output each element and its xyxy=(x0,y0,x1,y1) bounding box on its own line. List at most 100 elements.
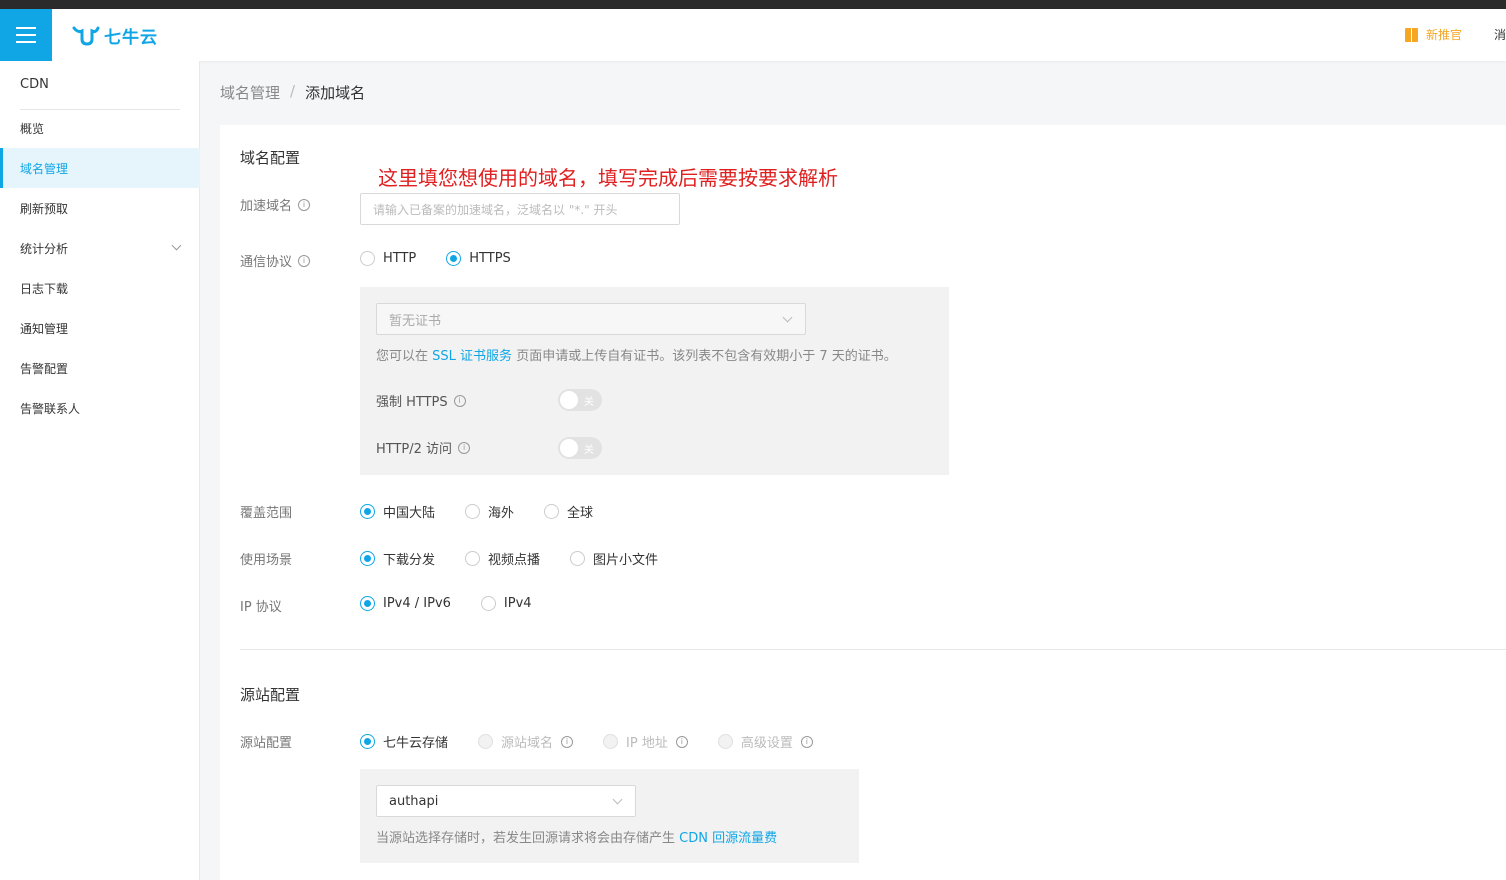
radio-dot-selected xyxy=(446,251,462,266)
menu-toggle-button[interactable] xyxy=(0,9,52,61)
radio-ipv4[interactable]: IPv4 xyxy=(480,596,532,611)
radio-https[interactable]: HTTPS xyxy=(446,251,511,266)
radio-label: 海外 xyxy=(488,506,515,521)
cert-hint-suffix: 页面申请或上传自有证书。该列表不包含有效期小于 7 天的证书。 xyxy=(516,349,897,364)
radio-origin-domain[interactable]: 源站域名 i xyxy=(478,732,574,751)
bucket-select-value: authapi xyxy=(389,793,439,809)
radio-label: IPv4 / IPv6 xyxy=(383,596,451,611)
annotation-note: 这里填您想使用的域名，填写完成后需要按要求解析 xyxy=(378,166,838,190)
radio-label: IPv4 xyxy=(503,596,532,611)
messages-link[interactable]: 消息 xyxy=(1494,26,1506,43)
cdn-origin-fee-link[interactable]: CDN 回源流量费 xyxy=(679,831,777,846)
sidebar-item-log-download[interactable]: 日志下载 xyxy=(0,268,200,308)
sidebar-item-alert-contacts[interactable]: 告警联系人 xyxy=(0,388,200,428)
breadcrumb: 域名管理 / 添加域名 xyxy=(220,82,365,103)
force-https-toggle[interactable]: 关 xyxy=(558,389,602,411)
radio-label: 全球 xyxy=(567,506,594,521)
radio-dot xyxy=(544,504,560,519)
sidebar-item-label: 统计分析 xyxy=(20,241,69,256)
promo-link[interactable]: 新推官 xyxy=(1426,26,1462,43)
info-icon[interactable]: i xyxy=(561,735,574,748)
ssl-service-link[interactable]: SSL 证书服务 xyxy=(432,349,512,364)
radio-dot xyxy=(465,551,481,566)
radio-dot xyxy=(570,551,586,566)
info-icon[interactable]: i xyxy=(298,254,311,267)
radio-label: 高级设置 xyxy=(740,736,793,751)
https-settings-box: 暂无证书 您可以在 SSL 证书服务 页面申请或上传自有证书。该列表不包含有效期… xyxy=(360,287,949,475)
radio-ipv4-ipv6[interactable]: IPv4 / IPv6 xyxy=(360,596,451,611)
section-divider xyxy=(240,649,1506,650)
toggle-state: 关 xyxy=(584,397,594,408)
info-icon[interactable]: i xyxy=(458,441,471,454)
domain-label-text: 加速域名 xyxy=(240,199,293,214)
origin-label-text: 源站配置 xyxy=(240,736,293,751)
radio-dot-selected xyxy=(360,504,375,519)
qiniu-logo-icon xyxy=(72,26,100,46)
origin-radio-group: 七牛云存储 源站域名 i IP 地址 i 高级设置 i xyxy=(360,732,843,751)
radio-http[interactable]: HTTP xyxy=(360,251,416,266)
sidebar-item-statistics[interactable]: 统计分析 xyxy=(0,228,200,268)
radio-vod[interactable]: 视频点播 xyxy=(465,549,540,568)
radio-dot xyxy=(360,251,375,266)
radio-overseas[interactable]: 海外 xyxy=(465,502,514,521)
info-icon[interactable]: i xyxy=(800,735,813,748)
bucket-select[interactable]: authapi xyxy=(376,785,636,817)
http2-toggle[interactable]: 关 xyxy=(558,437,602,459)
radio-dot-disabled xyxy=(717,734,733,749)
breadcrumb-separator: / xyxy=(290,82,296,100)
radio-mainland[interactable]: 中国大陆 xyxy=(360,502,435,521)
info-icon[interactable]: i xyxy=(453,394,466,407)
domain-label: 加速域名 i xyxy=(240,195,311,214)
brand-name: 七牛云 xyxy=(104,28,158,48)
radio-dot-selected xyxy=(360,734,375,749)
ip-label: IP 协议 xyxy=(240,596,282,615)
certificate-select[interactable]: 暂无证书 xyxy=(376,303,806,335)
radio-dot-disabled xyxy=(603,734,619,749)
chevron-down-icon xyxy=(171,240,182,251)
radio-global[interactable]: 全球 xyxy=(544,502,593,521)
radio-label: 中国大陆 xyxy=(383,506,436,521)
sidebar-item-label: 概览 xyxy=(20,121,45,136)
sidebar-item-notifications[interactable]: 通知管理 xyxy=(0,308,200,348)
chevron-down-icon xyxy=(782,312,793,323)
radio-advanced[interactable]: 高级设置 i xyxy=(717,732,813,751)
sidebar-item-label: 刷新预取 xyxy=(20,201,69,216)
breadcrumb-parent-link[interactable]: 域名管理 xyxy=(220,82,280,103)
toggle-knob xyxy=(560,439,578,457)
sidebar-item-overview[interactable]: 概览 xyxy=(0,108,200,148)
radio-label: 源站域名 xyxy=(501,736,554,751)
protocol-label: 通信协议 i xyxy=(240,251,311,270)
ip-radio-group: IPv4 / IPv6 IPv4 xyxy=(360,596,562,611)
sidebar-item-refresh-prefetch[interactable]: 刷新预取 xyxy=(0,188,200,228)
radio-dot xyxy=(465,504,481,519)
toggle-state: 关 xyxy=(584,445,594,456)
breadcrumb-current: 添加域名 xyxy=(305,84,366,102)
domain-input[interactable]: 请输入已备案的加速域名，泛域名以 "*." 开头 xyxy=(360,193,680,225)
radio-dot-selected xyxy=(360,551,375,566)
chevron-down-icon xyxy=(612,794,623,805)
radio-images[interactable]: 图片小文件 xyxy=(570,549,658,568)
gift-icon xyxy=(1404,27,1418,42)
sidebar-item-domain-management[interactable]: 域名管理 xyxy=(0,148,200,188)
sidebar-item-label: 告警配置 xyxy=(20,361,69,376)
radio-qiniu-storage[interactable]: 七牛云存储 xyxy=(360,732,448,751)
certificate-select-value: 暂无证书 xyxy=(389,313,442,329)
hamburger-icon-line xyxy=(16,41,36,43)
domain-config-title: 域名配置 xyxy=(240,149,301,167)
http2-text: HTTP/2 访问 xyxy=(376,442,453,457)
info-icon[interactable]: i xyxy=(298,198,311,211)
radio-ip-address[interactable]: IP 地址 i xyxy=(603,732,688,751)
sidebar-item-alert-config[interactable]: 告警配置 xyxy=(0,348,200,388)
radio-download[interactable]: 下载分发 xyxy=(360,549,435,568)
window-top-strip xyxy=(0,0,1506,9)
top-header: 七牛云 新推官 消息 xyxy=(0,9,1506,61)
info-icon[interactable]: i xyxy=(675,735,688,748)
bucket-settings-box: authapi 当源站选择存储时，若发生回源请求将会由存储产生 CDN 回源流量… xyxy=(360,769,859,863)
bucket-hint-prefix: 当源站选择存储时，若发生回源请求将会由存储产生 xyxy=(376,831,676,846)
certificate-hint: 您可以在 SSL 证书服务 页面申请或上传自有证书。该列表不包含有效期小于 7 … xyxy=(376,345,897,364)
http2-label: HTTP/2 访问 i xyxy=(376,438,471,457)
brand-logo[interactable]: 七牛云 xyxy=(72,23,158,48)
sidebar-item-label: 通知管理 xyxy=(20,321,69,336)
coverage-label: 覆盖范围 xyxy=(240,502,292,521)
ip-label-text: IP 协议 xyxy=(240,600,282,615)
